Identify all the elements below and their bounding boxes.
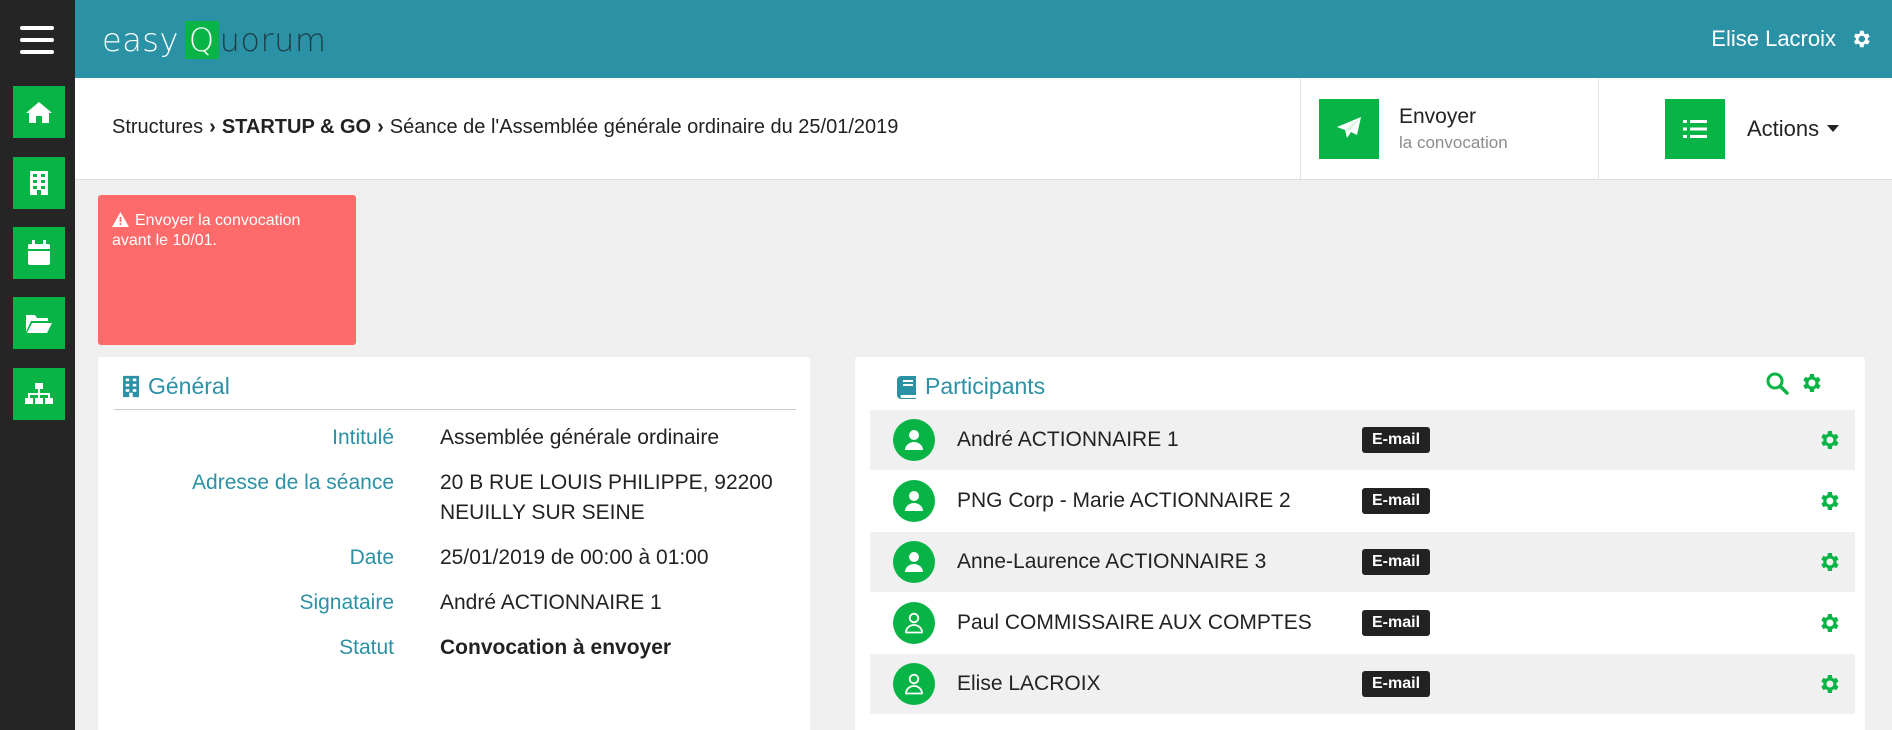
send-subtitle: la convocation <box>1399 132 1508 152</box>
gear-icon[interactable] <box>1850 28 1872 50</box>
participants-panel: Participants André ACTIONNAIRE 1 E-mail … <box>855 357 1865 730</box>
building-icon <box>123 375 139 398</box>
user-name: Elise Lacroix <box>1711 26 1836 51</box>
paper-plane-icon <box>1337 116 1361 138</box>
app-logo[interactable]: easy Quorum <box>102 20 327 60</box>
participants-title: Participants <box>897 373 1045 400</box>
breadcrumb-company[interactable]: STARTUP & GO <box>222 116 371 139</box>
email-badge: E-mail <box>1362 549 1431 575</box>
send-icon-box <box>1319 98 1379 159</box>
alert-text: Envoyer la convocation avant le 10/01. <box>112 212 301 249</box>
calendar-icon <box>28 240 50 265</box>
logo-prefix: easy <box>102 21 179 59</box>
sidebar-item-structures[interactable] <box>13 157 65 209</box>
participant-row[interactable]: André ACTIONNAIRE 1 E-mail <box>870 409 1855 470</box>
page-header: Structures › STARTUP & GO › Séance de l'… <box>75 78 1892 180</box>
user-filled-icon <box>893 480 935 522</box>
warning-alert: Envoyer la convocation avant le 10/01. <box>98 195 356 345</box>
chevron-right-icon: › <box>377 116 384 138</box>
row-label: Date <box>349 546 394 569</box>
participant-row[interactable]: Anne-Laurence ACTIONNAIRE 3 E-mail <box>870 531 1855 592</box>
row-label: Statut <box>339 636 394 659</box>
actions-dropdown[interactable]: Actions <box>1598 78 1892 179</box>
top-bar: easy Quorum Elise Lacroix <box>75 0 1892 78</box>
row-value: 20 B RUE LOUIS PHILIPPE, 92200 NEUILLY S… <box>440 471 773 524</box>
breadcrumb: Structures › STARTUP & GO › Séance de l'… <box>112 116 898 139</box>
row-label: Adresse de la séance <box>192 471 394 494</box>
breadcrumb-current: Séance de l'Assemblée générale ordinaire… <box>389 116 899 138</box>
general-title-text: Général <box>148 373 230 399</box>
sidebar-item-calendar[interactable] <box>13 227 65 279</box>
send-convocation-button[interactable]: Envoyer la convocation <box>1300 78 1598 179</box>
participants-list: André ACTIONNAIRE 1 E-mail PNG Corp - Ma… <box>870 409 1855 714</box>
user-filled-icon <box>893 419 935 461</box>
sidebar <box>0 0 75 730</box>
menu-toggle-icon[interactable] <box>20 26 54 54</box>
gear-icon[interactable] <box>1817 550 1841 574</box>
row-value: André ACTIONNAIRE 1 <box>440 591 662 614</box>
participant-row[interactable]: Elise LACROIX E-mail <box>870 653 1855 714</box>
search-icon[interactable] <box>1765 371 1789 395</box>
sidebar-item-documents[interactable] <box>13 297 65 349</box>
gear-icon[interactable] <box>1817 611 1841 635</box>
gear-icon[interactable] <box>1799 371 1823 395</box>
user-menu[interactable]: Elise Lacroix <box>1711 26 1872 52</box>
sitemap-icon <box>25 383 53 404</box>
breadcrumb-root[interactable]: Structures <box>112 116 203 139</box>
book-icon <box>897 375 916 399</box>
participant-name: PNG Corp - Marie ACTIONNAIRE 2 <box>957 489 1291 512</box>
general-title: Général <box>122 373 230 400</box>
sidebar-item-organization[interactable] <box>13 368 65 420</box>
folder-open-icon <box>26 315 52 333</box>
participant-name: Elise LACROIX <box>957 672 1101 695</box>
email-badge: E-mail <box>1362 427 1431 453</box>
warning-icon <box>112 212 129 227</box>
row-label: Signataire <box>299 591 394 614</box>
status-value: Convocation à envoyer <box>440 636 672 659</box>
email-badge: E-mail <box>1362 671 1431 697</box>
participant-row[interactable]: Paul COMMISSAIRE AUX COMPTES E-mail <box>870 592 1855 653</box>
logo-q: Q <box>184 21 219 59</box>
participant-name: Anne-Laurence ACTIONNAIRE 3 <box>957 550 1267 573</box>
user-outline-icon <box>893 663 935 705</box>
participants-title-text: Participants <box>925 373 1046 399</box>
user-outline-icon <box>893 602 935 644</box>
actions-icon-box <box>1665 98 1725 159</box>
home-icon <box>26 102 52 123</box>
caret-down-icon <box>1827 125 1840 132</box>
participant-name: André ACTIONNAIRE 1 <box>957 428 1179 451</box>
send-title: Envoyer <box>1399 104 1477 128</box>
gear-icon[interactable] <box>1817 489 1841 513</box>
email-badge: E-mail <box>1362 488 1431 514</box>
sidebar-item-home[interactable] <box>13 86 65 138</box>
participant-row[interactable]: PNG Corp - Marie ACTIONNAIRE 2 E-mail <box>870 470 1855 531</box>
row-value: 25/01/2019 de 00:00 à 01:00 <box>440 546 709 569</box>
participants-tools <box>1755 371 1823 395</box>
row-value: Assemblée générale ordinaire <box>440 426 719 449</box>
gear-icon[interactable] <box>1817 672 1841 696</box>
list-icon <box>1683 119 1707 138</box>
general-panel: Général Intitulé Assemblée générale ordi… <box>98 357 810 730</box>
participant-name: Paul COMMISSAIRE AUX COMPTES <box>957 611 1312 634</box>
building-icon <box>30 171 48 195</box>
email-badge: E-mail <box>1362 610 1431 636</box>
user-filled-icon <box>893 541 935 583</box>
divider <box>114 409 796 410</box>
logo-suffix: uorum <box>219 21 327 59</box>
actions-label: Actions <box>1747 115 1820 141</box>
gear-icon[interactable] <box>1817 428 1841 452</box>
row-label: Intitulé <box>332 426 394 449</box>
chevron-right-icon: › <box>209 116 216 138</box>
